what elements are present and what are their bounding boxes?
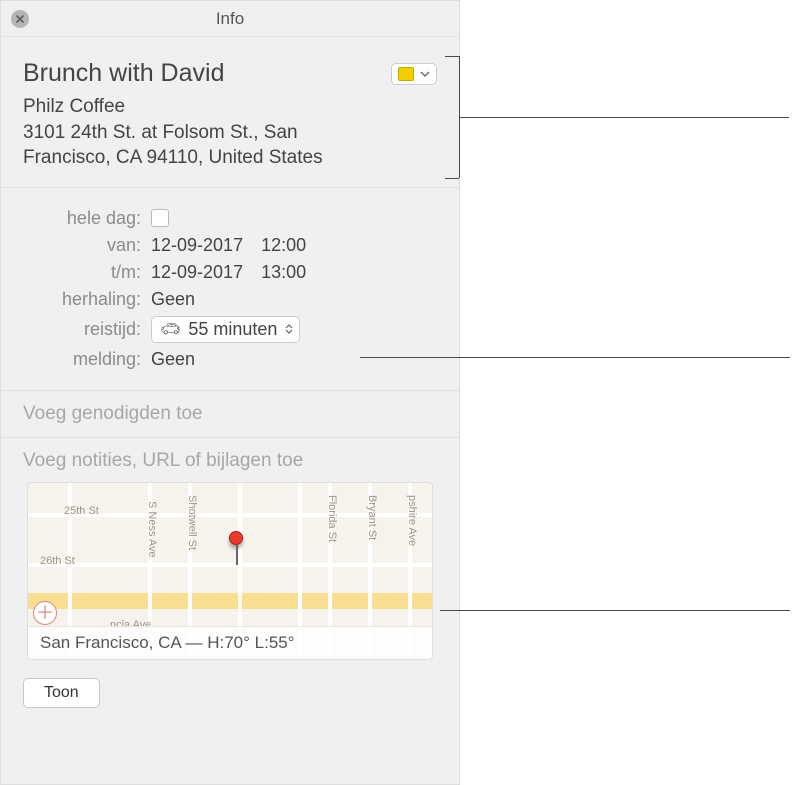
to-label: t/m: — [23, 262, 151, 283]
street-label: S Ness Ave — [146, 501, 158, 558]
travel-value: 55 minuten — [188, 319, 277, 340]
close-button[interactable] — [11, 10, 29, 28]
stepper-icon — [285, 324, 293, 334]
chevron-down-icon — [420, 71, 430, 77]
window-title: Info — [1, 9, 459, 29]
titlebar: Info — [1, 1, 459, 37]
map-weather-footer: San Francisco, CA — H:70° L:55° — [28, 626, 432, 659]
map-pin-icon — [229, 531, 243, 545]
location-name[interactable]: Philz Coffee — [23, 94, 437, 120]
event-title[interactable]: Brunch with David — [23, 59, 224, 88]
callout-line — [440, 610, 790, 611]
location-address-line2: Francisco, CA 94110, United States — [23, 145, 437, 171]
from-date[interactable]: 12-09-2017 — [151, 235, 243, 256]
callout-line — [360, 357, 790, 358]
allday-checkbox[interactable] — [151, 209, 169, 227]
street-label: Shotwell St — [186, 495, 198, 550]
repeat-label: herhaling: — [23, 289, 151, 310]
street-label: Florida St — [326, 495, 338, 542]
repeat-value[interactable]: Geen — [151, 289, 195, 310]
show-button[interactable]: Toon — [23, 678, 100, 708]
invitees-field[interactable]: Voeg genodigden toe — [1, 391, 459, 438]
street-label: Bryant St — [366, 495, 378, 540]
callout-line — [445, 56, 459, 57]
map-preview[interactable]: 25th St 26th St ncia Ave S Ness Ave Shot… — [27, 482, 433, 660]
calendar-picker[interactable] — [391, 63, 437, 85]
alert-label: melding: — [23, 349, 151, 370]
notes-section: Voeg notities, URL of bijlagen toe 25th … — [1, 438, 459, 660]
allday-label: hele dag: — [23, 208, 151, 229]
travel-label: reistijd: — [23, 319, 151, 340]
street-label: 26th St — [40, 555, 75, 567]
info-panel: Info Brunch with David Philz Coffee 3101… — [0, 0, 460, 785]
to-time[interactable]: 13:00 — [261, 262, 306, 283]
callout-line — [445, 178, 459, 179]
to-date[interactable]: 12-09-2017 — [151, 262, 243, 283]
event-header: Brunch with David Philz Coffee 3101 24th… — [1, 37, 459, 188]
street-label: 25th St — [64, 505, 99, 517]
alert-value[interactable]: Geen — [151, 349, 195, 370]
callout-line — [459, 117, 789, 118]
from-label: van: — [23, 235, 151, 256]
car-icon: 🚗︎ — [160, 319, 180, 339]
event-details: hele dag: van: 12-09-2017 12:00 t/m: 12-… — [1, 188, 459, 391]
from-time[interactable]: 12:00 — [261, 235, 306, 256]
street-label: pshire Ave — [406, 495, 418, 546]
add-location-button[interactable]: ＋ — [33, 601, 57, 625]
travel-time-dropdown[interactable]: 🚗︎ 55 minuten — [151, 316, 300, 343]
location-address-line1: 3101 24th St. at Folsom St., San — [23, 120, 437, 146]
notes-field[interactable]: Voeg notities, URL of bijlagen toe — [23, 450, 437, 472]
calendar-color-swatch — [398, 67, 414, 81]
